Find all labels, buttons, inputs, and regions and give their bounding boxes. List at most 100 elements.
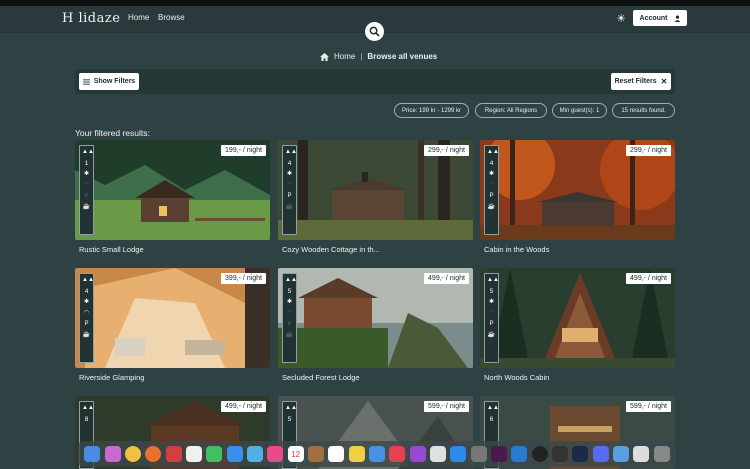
breadcrumb: Home | Browse all venues — [320, 52, 437, 61]
document-icon[interactable] — [633, 446, 650, 462]
price-tag: 199,- / night — [221, 145, 266, 156]
theme-toggle-sun-icon[interactable]: ☀ — [614, 11, 628, 25]
filter-chip-results-count: 15 results found. — [612, 103, 675, 118]
trash-icon[interactable] — [653, 446, 670, 462]
photoshop-icon[interactable] — [572, 446, 589, 462]
photos-icon[interactable] — [185, 446, 202, 462]
venue-card[interactable]: 399,- / night ▲▲ 4 ✱ ◠ P ☕ — [75, 268, 270, 368]
chrome-icon[interactable] — [124, 446, 141, 462]
filter-chip-min-guests[interactable]: Min guest(s): 1 — [552, 103, 607, 118]
guests-count: 1 — [84, 160, 89, 167]
freeform-icon[interactable] — [368, 446, 385, 462]
amenity-bar: ▲▲ 5 ✱ ◠ P ☕ — [282, 273, 297, 363]
show-filters-button[interactable]: Show Filters — [79, 73, 139, 90]
wifi-icon: ◠ — [488, 310, 495, 316]
breadcrumb-current: Browse all venues — [367, 52, 438, 61]
messages-icon[interactable] — [206, 446, 223, 462]
price-tag: 399,- / night — [221, 273, 266, 284]
app-icon[interactable] — [165, 446, 182, 462]
reminders-icon[interactable] — [328, 446, 345, 462]
app-store-icon[interactable] — [450, 446, 467, 462]
firefox-icon[interactable] — [145, 446, 162, 462]
breadcrumb-home-link[interactable]: Home — [334, 52, 355, 61]
discord-icon[interactable] — [592, 446, 609, 462]
parking-icon: P — [287, 193, 292, 199]
guests-count: 4 — [84, 288, 89, 295]
pets-icon: ✱ — [488, 171, 495, 177]
venue-title[interactable]: Riverside Glamping — [79, 373, 144, 382]
guests-icon: ▲▲ — [82, 149, 94, 155]
account-label: Account — [639, 14, 668, 22]
epic-games-icon[interactable] — [552, 446, 569, 462]
mail-icon[interactable] — [226, 446, 243, 462]
pets-icon: ✱ — [286, 299, 293, 305]
breakfast-icon: ☕ — [285, 204, 294, 210]
amenity-bar: ▲▲ 4 ✱ ◠ P ☕ — [484, 145, 499, 235]
breakfast-icon: ☕ — [285, 332, 294, 338]
search-icon — [369, 26, 380, 37]
venue-title[interactable]: Secluded Forest Lodge — [282, 373, 360, 382]
close-icon: ✕ — [660, 77, 668, 86]
price-tag: 599,- / night — [424, 401, 469, 412]
filter-bar — [75, 69, 675, 94]
venue-title[interactable]: Cozy Wooden Cottage in th... — [282, 245, 380, 254]
wifi-icon: ◠ — [488, 182, 495, 188]
venue-card[interactable]: 199,- / night ▲▲ 1 ✱ ◠ P ☕ — [75, 140, 270, 240]
launchpad-icon[interactable] — [104, 446, 121, 462]
filter-chip-price[interactable]: Price: 199 kr - 1299 kr — [394, 103, 469, 118]
wifi-icon: ◠ — [83, 310, 90, 316]
price-tag: 299,- / night — [424, 145, 469, 156]
parking-icon: P — [84, 321, 89, 327]
logo-text: H lidaze — [62, 11, 121, 26]
notes-icon[interactable] — [307, 446, 324, 462]
guests-count: 5 — [287, 288, 292, 295]
search-button[interactable] — [365, 22, 384, 41]
venue-title[interactable]: North Woods Cabin — [484, 373, 549, 382]
sliders-icon — [82, 78, 90, 85]
venue-card[interactable]: 299,- / night ▲▲ 4 ✱ ◠ P ☕ — [480, 140, 675, 240]
guests-icon: ▲▲ — [487, 277, 499, 283]
breadcrumb-separator: | — [360, 52, 363, 61]
stickies-icon[interactable] — [348, 446, 365, 462]
results-label: Your filtered results: — [75, 128, 150, 138]
guests-icon: ▲▲ — [487, 405, 499, 411]
maps-icon[interactable] — [246, 446, 263, 462]
parking-icon: P — [489, 193, 494, 199]
breakfast-icon: ☕ — [487, 332, 496, 338]
guests-icon: ▲▲ — [285, 405, 297, 411]
music-icon[interactable] — [267, 446, 284, 462]
parking-icon: P — [489, 321, 494, 327]
brand-logo[interactable]: H lidaze — [62, 11, 120, 26]
filter-chip-region[interactable]: Region: All Regions — [475, 103, 547, 118]
price-tag: 299,- / night — [626, 145, 671, 156]
apple-music-icon[interactable] — [389, 446, 406, 462]
venue-title[interactable]: Cabin in the Woods — [484, 245, 549, 254]
calendar-icon[interactable]: 12 — [287, 446, 304, 462]
finder-icon[interactable] — [84, 446, 101, 462]
nav-home-link[interactable]: Home — [128, 13, 149, 22]
breakfast-icon: ☕ — [82, 332, 91, 338]
xd-icon[interactable] — [491, 446, 508, 462]
github-icon[interactable] — [531, 446, 548, 462]
guests-icon: ▲▲ — [82, 277, 94, 283]
reset-filters-button[interactable]: Reset Filters ✕ — [611, 73, 671, 90]
amenity-bar: ▲▲ 4 ✱ ◠ P ☕ — [79, 273, 94, 363]
downloads-folder-icon[interactable] — [613, 446, 630, 462]
user-icon — [674, 14, 680, 22]
podcasts-icon[interactable] — [409, 446, 426, 462]
venue-card[interactable]: 499,- / night ▲▲ 5 ✱ ◠ P ☕ — [278, 268, 473, 368]
amenity-bar: ▲▲ 1 ✱ ◠ P ☕ — [79, 145, 94, 235]
dock: 12 — [78, 441, 676, 467]
settings-icon[interactable] — [470, 446, 487, 462]
keynote-icon[interactable] — [430, 446, 447, 462]
pets-icon: ✱ — [286, 171, 293, 177]
venue-card[interactable]: 499,- / night ▲▲ 5 ✱ ◠ P ☕ — [480, 268, 675, 368]
price-tag: 499,- / night — [626, 273, 671, 284]
venue-card[interactable]: 299,- / night ▲▲ 4 ✱ ◠ P ☕ — [278, 140, 473, 240]
breakfast-icon: ☕ — [82, 204, 91, 210]
nav-browse-link[interactable]: Browse — [158, 13, 185, 22]
venue-title[interactable]: Rustic Small Lodge — [79, 245, 144, 254]
account-button[interactable]: Account — [633, 10, 687, 26]
vscode-icon[interactable] — [511, 446, 528, 462]
guests-count: 4 — [287, 160, 292, 167]
